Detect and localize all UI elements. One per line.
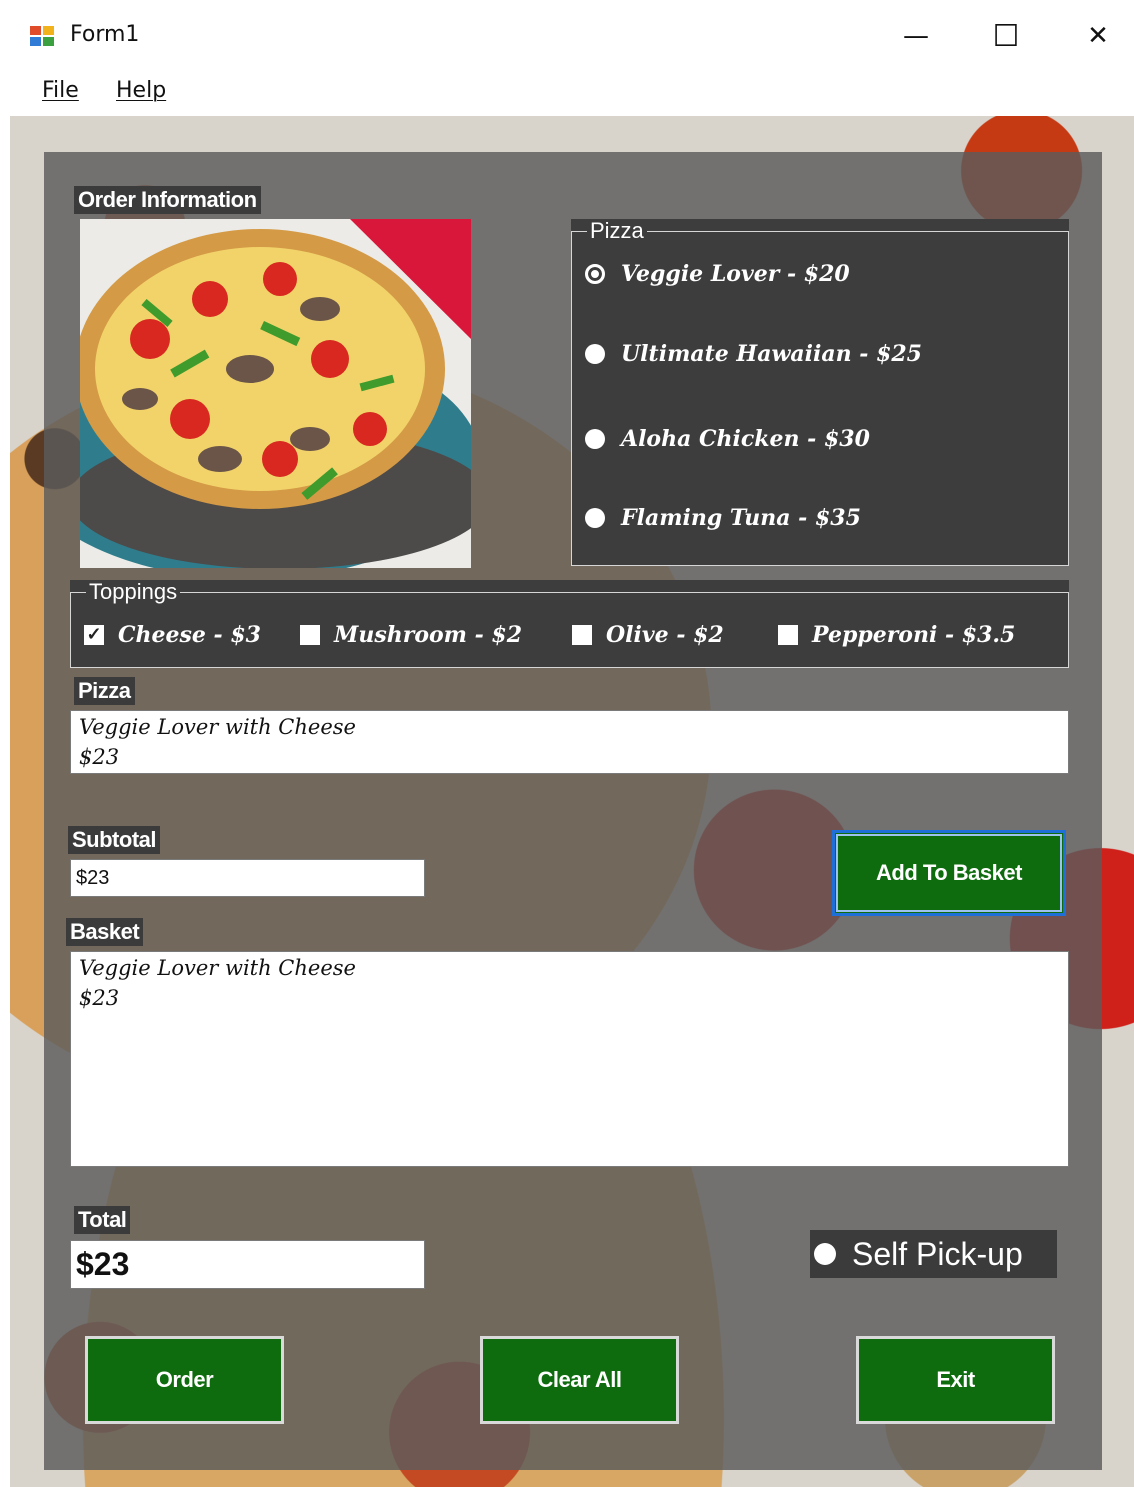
radio-icon	[585, 429, 605, 449]
total-value: $23	[76, 1246, 130, 1282]
checkbox-pepperoni[interactable]: Pepperoni - $3.5	[778, 622, 1015, 648]
subtotal-input[interactable]: $23	[70, 859, 425, 897]
checkbox-label: Cheese - $3	[118, 622, 261, 648]
radio-veggie-lover[interactable]: Veggie Lover - $20	[585, 261, 850, 287]
checkbox-empty-icon	[778, 625, 798, 645]
radio-flaming-tuna[interactable]: Flaming Tuna - $35	[585, 505, 861, 531]
radio-label: Ultimate Hawaiian - $25	[621, 341, 922, 367]
basket-textbox[interactable]: Veggie Lover with Cheese $23	[70, 951, 1069, 1167]
checkbox-empty-icon	[300, 625, 320, 645]
checkbox-label: Pepperoni - $3.5	[812, 622, 1016, 648]
app-icon	[30, 26, 56, 48]
toppings-groupbox: Toppings ✓ Cheese - $3 Mushroom - $2 Oli…	[70, 580, 1069, 668]
checkbox-label: Olive - $2	[606, 622, 724, 648]
checkbox-label: Mushroom - $2	[334, 622, 523, 648]
pizza-summary-textbox[interactable]: Veggie Lover with Cheese $23	[70, 710, 1069, 774]
radio-selected-icon	[585, 264, 605, 284]
maximize-button[interactable]: ☐	[976, 14, 1036, 58]
radio-icon	[585, 508, 605, 528]
checkbox-olive[interactable]: Olive - $2	[572, 622, 724, 648]
checkbox-mushroom[interactable]: Mushroom - $2	[300, 622, 522, 648]
menu-help[interactable]: Help	[116, 78, 166, 103]
radio-label: Aloha Chicken - $30	[621, 426, 870, 452]
checkbox-cheese[interactable]: ✓ Cheese - $3	[84, 622, 261, 648]
checkbox-empty-icon	[572, 625, 592, 645]
toppings-group-title: Toppings	[86, 580, 181, 604]
radio-icon	[814, 1243, 836, 1265]
pizza-group-title: Pizza	[587, 219, 647, 243]
self-pickup-radio[interactable]: Self Pick-up	[810, 1230, 1057, 1278]
pizza-summary-line2: $23	[79, 745, 120, 769]
title-bar: Form1 — ☐ ✕	[0, 0, 1134, 70]
radio-aloha-chicken[interactable]: Aloha Chicken - $30	[585, 426, 870, 452]
menu-bar: File Help	[0, 70, 1134, 116]
subtotal-label: Subtotal	[68, 826, 160, 854]
self-pickup-label: Self Pick-up	[852, 1235, 1023, 1272]
radio-ultimate-hawaiian[interactable]: Ultimate Hawaiian - $25	[585, 341, 922, 367]
radio-label: Flaming Tuna - $35	[621, 505, 861, 531]
order-information-label: Order Information	[74, 186, 261, 214]
radio-label: Veggie Lover - $20	[621, 261, 850, 287]
pizza-summary-label: Pizza	[74, 677, 135, 705]
total-input[interactable]: $23	[70, 1240, 425, 1289]
checkmark-icon: ✓	[84, 625, 104, 645]
minimize-button[interactable]: —	[886, 14, 946, 58]
pizza-summary-line1: Veggie Lover with Cheese	[79, 715, 356, 739]
radio-icon	[585, 344, 605, 364]
exit-button[interactable]: Exit	[856, 1336, 1055, 1424]
window-title: Form1	[70, 22, 140, 47]
basket-line1: Veggie Lover with Cheese	[79, 956, 356, 980]
menu-file[interactable]: File	[42, 78, 79, 103]
clear-all-button[interactable]: Clear All	[480, 1336, 679, 1424]
basket-label: Basket	[66, 918, 144, 946]
close-button[interactable]: ✕	[1068, 14, 1128, 58]
basket-line2: $23	[79, 986, 120, 1010]
subtotal-value: $23	[76, 867, 110, 889]
total-label: Total	[74, 1206, 131, 1234]
pizza-groupbox: Pizza Veggie Lover - $20 Ultimate Hawaii…	[571, 219, 1069, 566]
pizza-photo	[80, 219, 471, 568]
order-button[interactable]: Order	[85, 1336, 284, 1424]
add-to-basket-button[interactable]: Add To Basket	[832, 830, 1066, 916]
